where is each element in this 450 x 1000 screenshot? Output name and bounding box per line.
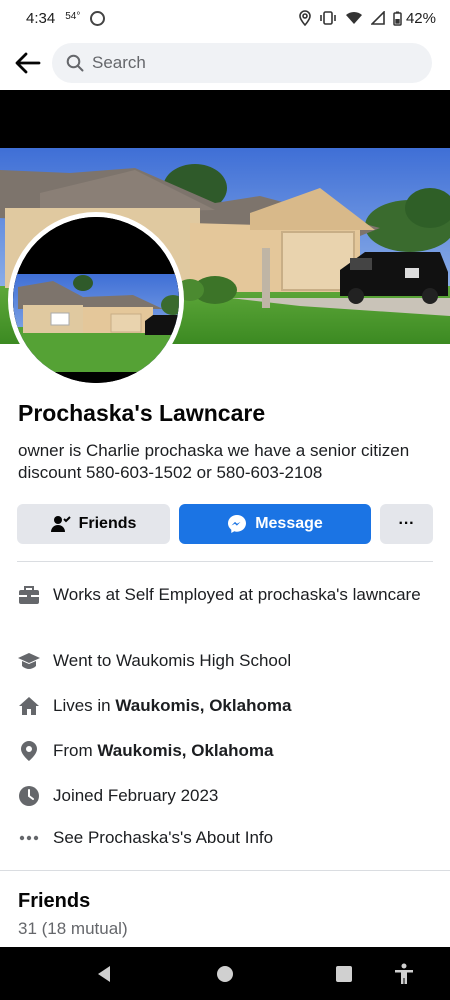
notification-ring-icon <box>90 10 106 26</box>
profile-bio: owner is Charlie prochaska we have a sen… <box>18 441 410 482</box>
friends-section-title[interactable]: Friends <box>18 890 90 913</box>
nav-back-button[interactable] <box>84 947 124 1000</box>
messenger-icon <box>228 515 247 533</box>
battery-percent: 42% <box>405 9 436 27</box>
message-button[interactable]: Message <box>179 504 371 544</box>
detail-work-text: Works at Self Employed at prochaska's la… <box>53 585 421 604</box>
detail-from: From Waukomis, Oklahoma <box>16 740 436 762</box>
friend-check-icon <box>50 516 71 532</box>
more-options-button[interactable]: ··· <box>380 504 433 544</box>
clock-icon <box>16 785 42 807</box>
vibrate-icon <box>320 11 336 25</box>
friends-button-label: Friends <box>78 515 137 532</box>
see-about-info-link[interactable]: See Prochaska's's About Info <box>16 827 436 849</box>
more-dots-icon: ··· <box>398 515 415 532</box>
detail-joined-text: Joined February 2023 <box>53 786 219 805</box>
message-button-label: Message <box>255 515 323 532</box>
arrow-left-icon <box>15 52 41 74</box>
signal-icon <box>370 11 385 25</box>
profile-avatar[interactable] <box>8 212 184 388</box>
detail-work: Works at Self Employed at prochaska's la… <box>16 584 436 606</box>
friends-count: 31 (18 mutual) <box>18 919 128 938</box>
recents-square-icon <box>336 965 352 982</box>
see-about-info-text: See Prochaska's's About Info <box>53 828 274 847</box>
avatar-image <box>13 217 179 383</box>
divider <box>17 561 433 562</box>
search-box[interactable] <box>52 43 432 83</box>
detail-from-prefix: From <box>53 741 98 760</box>
detail-lives-place[interactable]: Waukomis, Oklahoma <box>115 696 291 715</box>
home-icon <box>16 695 42 717</box>
status-time: 4:34 <box>26 9 56 27</box>
detail-joined: Joined February 2023 <box>16 785 436 807</box>
briefcase-icon <box>16 584 42 606</box>
accessibility-icon <box>395 963 413 984</box>
status-bar: 4:34 54° 42% <box>0 0 450 36</box>
more-dots-icon <box>16 827 42 849</box>
nav-home-button[interactable] <box>205 947 245 1000</box>
status-icons: 42% <box>299 10 436 27</box>
page-title: Prochaska's Lawncare <box>18 400 266 426</box>
detail-education: Went to Waukomis High School <box>16 650 436 672</box>
friends-button[interactable]: Friends <box>17 504 170 544</box>
battery-icon <box>393 11 402 26</box>
system-nav-bar <box>0 947 450 1000</box>
detail-lives-text: Lives in Waukomis, Oklahoma <box>53 695 291 717</box>
nav-accessibility-button[interactable] <box>384 947 424 1000</box>
location-icon <box>299 10 311 26</box>
wifi-icon <box>345 11 362 24</box>
search-input[interactable] <box>92 53 392 73</box>
back-button[interactable] <box>0 36 52 90</box>
back-triangle-icon <box>98 965 110 982</box>
detail-education-text: Went to Waukomis High School <box>53 651 292 670</box>
location-pin-icon <box>16 740 42 762</box>
detail-lives-prefix: Lives in <box>53 696 116 715</box>
status-temperature: 54° <box>65 11 81 22</box>
graduation-cap-icon <box>16 650 42 672</box>
section-divider <box>0 870 450 871</box>
home-circle-icon <box>217 965 233 982</box>
detail-lives: Lives in Waukomis, Oklahoma <box>16 695 436 717</box>
detail-from-text: From Waukomis, Oklahoma <box>53 740 273 762</box>
search-header <box>0 36 450 90</box>
nav-recents-button[interactable] <box>324 947 364 1000</box>
detail-from-place[interactable]: Waukomis, Oklahoma <box>97 741 273 760</box>
search-icon <box>66 54 84 72</box>
